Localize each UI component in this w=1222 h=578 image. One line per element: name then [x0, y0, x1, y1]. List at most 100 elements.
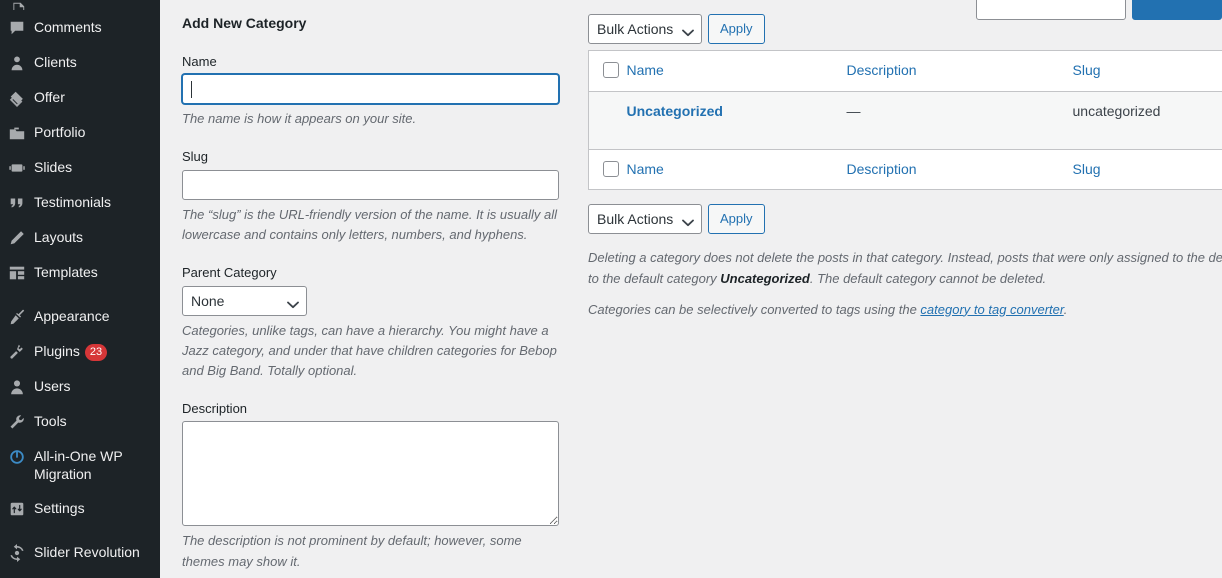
delete-note-text-1: Deleting a category does not delete the … — [588, 250, 1222, 265]
category-name-link[interactable]: Uncategorized — [627, 103, 723, 119]
sidebar-item-offer[interactable]: Offer — [0, 80, 160, 115]
delete-note-text-3: . The default category cannot be deleted… — [810, 271, 1046, 286]
sort-by-name-link[interactable]: Name — [627, 62, 664, 78]
offer-icon — [0, 88, 34, 107]
sidebar-item-slides[interactable]: Slides — [0, 150, 160, 185]
sidebar-item-settings[interactable]: Settings — [0, 491, 160, 526]
slug-field-label: Slug — [182, 147, 577, 167]
text-caret — [191, 81, 192, 98]
column-header-slug: Slug — [1073, 51, 1222, 92]
sidebar-item-all-in-one-wp-migration[interactable]: All-in-One WP Migration — [0, 439, 160, 491]
slider-revolution-icon — [0, 543, 34, 562]
apply-button-top[interactable]: Apply — [708, 14, 765, 44]
sort-by-slug-link[interactable]: Slug — [1073, 62, 1101, 78]
admin-sidebar-menu: Comments Clients Offer Portfolio Slides — [0, 0, 160, 578]
sidebar-item-portfolio[interactable]: Portfolio — [0, 115, 160, 150]
parent-category-select[interactable]: None — [182, 286, 307, 316]
column-header-description: Description — [847, 51, 1073, 92]
select-all-checkbox-top[interactable] — [603, 62, 619, 78]
column-header-name: Name — [627, 51, 847, 92]
categories-table-panel: Bulk Actions Apply Name — [588, 0, 1222, 331]
select-all-checkbox-bottom[interactable] — [603, 161, 619, 177]
sort-by-slug-link-bottom[interactable]: Slug — [1073, 161, 1101, 177]
column-footer-slug: Slug — [1073, 149, 1222, 190]
sidebar-item-label: Users — [34, 377, 160, 395]
sidebar-item-label: Templates — [34, 263, 160, 281]
row-description-cell: — — [847, 91, 1073, 149]
sidebar-item-label: Slider Revolution — [34, 543, 160, 561]
table-row[interactable]: Uncategorized — uncategorized — [589, 91, 1222, 149]
sidebar-item-comments[interactable]: Comments — [0, 10, 160, 45]
sidebar-separator — [0, 290, 160, 299]
row-name-cell: Uncategorized — [627, 91, 847, 149]
description-textarea[interactable] — [182, 421, 559, 526]
tools-icon — [0, 412, 34, 431]
sidebar-item-label: Plugins23 — [34, 342, 160, 361]
templates-icon — [0, 263, 34, 282]
table-footer-row: Name Description Slug — [589, 149, 1222, 190]
plugins-update-badge: 23 — [85, 344, 107, 361]
search-categories-input[interactable] — [976, 0, 1126, 20]
sidebar-item-users[interactable]: Users — [0, 369, 160, 404]
sidebar-separator — [0, 526, 160, 535]
name-field-label: Name — [182, 52, 577, 72]
table-header-row: Name Description Slug — [589, 51, 1222, 92]
sort-by-name-link-bottom[interactable]: Name — [627, 161, 664, 177]
sort-by-description-link-bottom[interactable]: Description — [847, 161, 917, 177]
plugins-icon — [0, 342, 34, 361]
sidebar-item-appearance[interactable]: Appearance — [0, 299, 160, 334]
sidebar-item-plugins[interactable]: Plugins23 — [0, 334, 160, 369]
slug-input[interactable] — [182, 170, 559, 200]
sidebar-item-label: Slides — [34, 158, 160, 176]
sidebar-item-label: All-in-One WP Migration — [34, 447, 160, 483]
parent-category-select-wrap: None — [182, 286, 307, 316]
bulk-actions-select-wrap-bottom: Bulk Actions — [588, 204, 702, 234]
bulk-actions-select-bottom[interactable]: Bulk Actions — [588, 204, 702, 234]
settings-icon — [0, 499, 34, 518]
portfolio-icon — [0, 123, 34, 142]
delete-category-note: Deleting a category does not delete the … — [588, 248, 1222, 290]
select-all-footer — [589, 149, 627, 190]
convert-note-suffix: . — [1064, 302, 1068, 317]
clients-icon — [0, 53, 34, 72]
form-heading: Add New Category — [182, 14, 577, 34]
bulk-actions-select-wrap: Bulk Actions — [588, 14, 702, 44]
sidebar-item-tools[interactable]: Tools — [0, 404, 160, 439]
sidebar-item-label: Offer — [34, 88, 160, 106]
description-field-label: Description — [182, 399, 577, 419]
sidebar-item-templates[interactable]: Templates — [0, 255, 160, 290]
slides-icon — [0, 158, 34, 177]
column-footer-description: Description — [847, 149, 1073, 190]
sidebar-item-slider-revolution[interactable]: Slider Revolution — [0, 535, 160, 570]
sidebar-item-layouts[interactable]: Layouts — [0, 220, 160, 255]
sort-by-description-link[interactable]: Description — [847, 62, 917, 78]
main-content: Add New Category Name The name is how it… — [160, 0, 1222, 578]
all-in-one-wp-migration-icon — [0, 447, 34, 466]
sidebar-item-label: Tools — [34, 412, 160, 430]
delete-note-text-2: to the default category — [588, 271, 720, 286]
row-checkbox-cell — [589, 91, 627, 149]
apply-button-bottom[interactable]: Apply — [708, 204, 765, 234]
sidebar-item-label: Layouts — [34, 228, 160, 246]
default-category-name: Uncategorized — [720, 271, 810, 286]
categories-table: Name Description Slug Uncat — [588, 50, 1222, 190]
sidebar-item-label: Appearance — [34, 307, 160, 325]
table-head: Name Description Slug — [589, 51, 1222, 92]
sidebar-item-label: Testimonials — [34, 193, 160, 211]
pages-icon — [0, 0, 34, 10]
search-categories-area — [976, 0, 1222, 20]
name-input[interactable] — [182, 74, 559, 104]
sidebar-item-testimonials[interactable]: Testimonials — [0, 185, 160, 220]
tablenav-bottom: Bulk Actions Apply — [588, 190, 1222, 234]
sidebar-item-label: Clients — [34, 53, 160, 71]
sidebar-item-wordfence[interactable]: Wordfence2 — [0, 570, 160, 578]
select-all-header — [589, 51, 627, 92]
search-categories-button[interactable] — [1132, 0, 1222, 20]
description-field-help: The description is not prominent by defa… — [182, 531, 560, 571]
bulk-actions-select-top[interactable]: Bulk Actions — [588, 14, 702, 44]
sidebar-item-clients[interactable]: Clients — [0, 45, 160, 80]
testimonials-icon — [0, 193, 34, 212]
category-to-tag-converter-link[interactable]: category to tag converter — [920, 302, 1063, 317]
sidebar-item-pages-cutoff[interactable] — [0, 0, 160, 10]
appearance-icon — [0, 307, 34, 326]
